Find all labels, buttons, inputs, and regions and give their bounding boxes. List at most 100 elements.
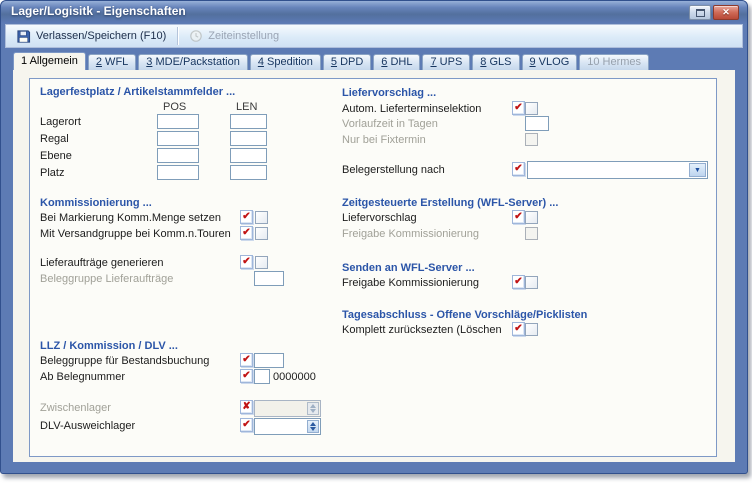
spinner-buttons <box>307 402 319 415</box>
platz-pos-input[interactable] <box>157 165 199 180</box>
clock-icon <box>189 29 203 43</box>
zwischenlager-spinner <box>254 400 321 417</box>
liefervorschlag-checkbox[interactable] <box>525 211 538 224</box>
beleggruppe-lieferauftraege-input[interactable] <box>254 271 284 286</box>
tab-gls[interactable]: 8 GLS <box>472 54 519 70</box>
chevron-down-icon: ▼ <box>694 167 701 174</box>
label-freigabe-kommissionierung: Freigabe Kommissionierung <box>342 228 479 240</box>
time-setting-label: Zeiteinstellung <box>208 30 279 42</box>
label-zwischenlager: Zwischenlager <box>40 402 111 414</box>
modified-check-icon[interactable]: ✔ <box>512 275 525 289</box>
regal-pos-input[interactable] <box>157 131 199 146</box>
dlv-ausweichlager-spinner[interactable] <box>254 418 321 435</box>
tab-page-allgemein: Lagerfestplatz / Artikelstammfelder ... … <box>13 70 735 462</box>
label-ebene: Ebene <box>40 150 72 162</box>
label-vorlaufzeit: Vorlaufzeit in Tagen <box>342 118 438 130</box>
ebene-pos-input[interactable] <box>157 148 199 163</box>
modified-check-icon[interactable]: ✔ <box>512 162 525 176</box>
modified-check-icon[interactable]: ✔ <box>240 418 253 432</box>
modified-check-icon[interactable]: ✔ <box>512 322 525 336</box>
tab-spedition[interactable]: 4 Spedition <box>250 54 321 70</box>
save-exit-label: Verlassen/Speichern (F10) <box>36 30 166 42</box>
modified-check-icon[interactable]: ✔ <box>240 353 253 367</box>
label-lagerort: Lagerort <box>40 116 81 128</box>
modified-cross-icon[interactable]: ✘ <box>240 400 253 414</box>
label-platz: Platz <box>40 167 64 179</box>
form-panel: Lagerfestplatz / Artikelstammfelder ... … <box>29 78 717 457</box>
lagerort-pos-input[interactable] <box>157 114 199 129</box>
versandgruppe-touren-checkbox[interactable] <box>255 227 268 240</box>
markierung-kommmenge-checkbox[interactable] <box>255 211 268 224</box>
column-header-pos: POS <box>163 101 186 113</box>
close-icon: ✕ <box>722 7 730 18</box>
tab-allgemein[interactable]: 1 Allgemein <box>13 52 86 70</box>
modified-check-icon[interactable]: ✔ <box>240 369 253 383</box>
spin-down-icon <box>310 409 316 413</box>
ebene-len-input[interactable] <box>230 148 267 163</box>
spin-up-icon <box>310 422 316 426</box>
tab-dhl[interactable]: 6 DHL <box>373 54 420 70</box>
komplett-zuruecksetzen-checkbox[interactable] <box>525 323 538 336</box>
tab-mde-packstation[interactable]: 3 MDE/Packstation <box>138 54 248 70</box>
label-liefervorschlag: Liefervorschlag <box>342 212 417 224</box>
restore-button[interactable] <box>689 5 711 20</box>
column-header-len: LEN <box>236 101 257 113</box>
section-header-liefervorschlag: Liefervorschlag ... <box>342 87 436 99</box>
tab-ups[interactable]: 7 UPS <box>422 54 470 70</box>
spinner-buttons[interactable] <box>307 420 319 433</box>
toolbar: Verlassen/Speichern (F10) Zeiteinstellun… <box>5 24 743 48</box>
label-belegerstellung-nach: Belegerstellung nach <box>342 164 445 176</box>
section-header-lagerfestplatz: Lagerfestplatz / Artikelstammfelder ... <box>40 86 235 98</box>
label-ab-belegnummer: Ab Belegnummer <box>40 371 125 383</box>
tab-wfl[interactable]: 2 WFL <box>88 54 136 70</box>
screen: Lager/Logisitk - Eigenschaften ✕ Verlass… <box>0 0 752 484</box>
freigabe-kommissionierung-senden-checkbox[interactable] <box>525 276 538 289</box>
dropdown-button[interactable]: ▼ <box>689 163 706 177</box>
belegerstellung-dropdown[interactable]: ▼ <box>527 161 708 179</box>
window-controls: ✕ <box>689 5 739 20</box>
modified-check-icon[interactable]: ✔ <box>240 210 253 224</box>
ab-belegnummer-input[interactable] <box>254 369 270 384</box>
tab-hermes: 10 Hermes <box>579 54 649 70</box>
platz-len-input[interactable] <box>230 165 267 180</box>
dialog-window: Lager/Logisitk - Eigenschaften ✕ Verlass… <box>0 0 748 474</box>
titlebar: Lager/Logisitk - Eigenschaften ✕ <box>1 1 747 23</box>
nur-bei-fixtermin-checkbox <box>525 133 538 146</box>
tab-dpd[interactable]: 5 DPD <box>323 54 371 70</box>
close-button[interactable]: ✕ <box>713 5 739 20</box>
section-header-llz: LLZ / Kommission / DLV ... <box>40 340 178 352</box>
modified-check-icon[interactable]: ✔ <box>512 101 525 115</box>
section-header-kommissionierung: Kommissionierung ... <box>40 197 152 209</box>
regal-len-input[interactable] <box>230 131 267 146</box>
label-komplett-zuruecksetzen: Komplett zurücksezten (Löschen <box>342 324 502 336</box>
section-header-senden-wfl: Senden an WFL-Server ... <box>342 262 475 274</box>
section-header-zeitgesteuert: Zeitgesteuerte Erstellung (WFL-Server) .… <box>342 197 558 209</box>
label-markierung-kommmenge: Bei Markierung Komm.Menge setzen <box>40 212 221 224</box>
label-dlv-ausweichlager: DLV-Ausweichlager <box>40 420 135 432</box>
lieferauftraege-generieren-checkbox[interactable] <box>255 256 268 269</box>
modified-check-icon[interactable]: ✔ <box>512 210 525 224</box>
tab-bar: 1 Allgemein 2 WFL 3 MDE/Packstation 4 Sp… <box>13 53 735 70</box>
label-regal: Regal <box>40 133 69 145</box>
modified-check-icon[interactable]: ✔ <box>240 255 253 269</box>
time-setting-button: Zeiteinstellung <box>183 27 285 45</box>
tab-vlog[interactable]: 9 VLOG <box>522 54 578 70</box>
label-lieferauftraege-generieren: Lieferaufträge generieren <box>40 257 164 269</box>
save-exit-button[interactable]: Verlassen/Speichern (F10) <box>10 27 172 46</box>
label-nur-bei-fixtermin: Nur bei Fixtermin <box>342 134 426 146</box>
vorlaufzeit-input[interactable] <box>525 116 549 131</box>
window-title: Lager/Logisitk - Eigenschaften <box>11 4 186 18</box>
label-beleggruppe-bestandsbuchung: Beleggruppe für Bestandsbuchung <box>40 355 209 367</box>
label-versandgruppe-touren: Mit Versandgruppe bei Komm.n.Touren <box>40 228 231 240</box>
spin-down-icon <box>310 427 316 431</box>
belegnummer-value: 0000000 <box>273 371 316 383</box>
label-freigabe-kommissionierung-senden: Freigabe Kommissionierung <box>342 277 479 289</box>
label-beleggruppe-lieferauftraege: Beleggruppe Lieferaufträge <box>40 273 173 285</box>
spin-up-icon <box>310 404 316 408</box>
lagerort-len-input[interactable] <box>230 114 267 129</box>
label-autom-lieferterminselektion: Autom. Lieferterminselektion <box>342 103 481 115</box>
autom-lieferterminselektion-checkbox[interactable] <box>525 102 538 115</box>
save-icon <box>16 29 31 44</box>
beleggruppe-bestandsbuchung-input[interactable] <box>254 353 284 368</box>
modified-check-icon[interactable]: ✔ <box>240 226 253 240</box>
